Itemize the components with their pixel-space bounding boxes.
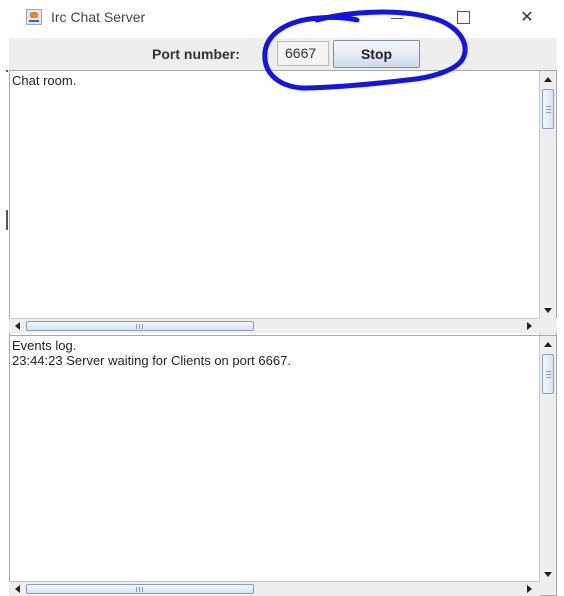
horizontal-scroll-thumb[interactable] xyxy=(26,584,254,594)
port-number-label: Port number: xyxy=(152,46,240,62)
java-app-icon xyxy=(26,9,42,25)
scroll-down-icon[interactable] xyxy=(544,308,552,313)
vertical-scroll-thumb[interactable] xyxy=(542,89,554,129)
events-log-pane[interactable]: Events log. 23:44:23 Server waiting for … xyxy=(9,335,557,596)
events-horizontal-scrollbar[interactable] xyxy=(9,581,540,596)
chat-room-pane[interactable]: Chat room. xyxy=(9,70,557,338)
scroll-down-icon[interactable] xyxy=(544,572,552,577)
scroll-right-icon[interactable] xyxy=(527,322,532,330)
scroll-corner xyxy=(540,318,557,333)
stop-button[interactable]: Stop xyxy=(333,40,420,68)
scroll-right-icon[interactable] xyxy=(527,585,532,593)
port-number-field[interactable]: 6667 xyxy=(277,41,329,66)
scroll-left-icon[interactable] xyxy=(15,585,20,593)
close-icon[interactable]: ✕ xyxy=(504,0,550,36)
scroll-left-icon[interactable] xyxy=(15,322,20,330)
scroll-up-icon[interactable] xyxy=(544,342,552,347)
server-toolbar: Port number: 6667 Stop xyxy=(9,38,557,70)
scroll-up-icon[interactable] xyxy=(544,77,552,82)
horizontal-scroll-thumb[interactable] xyxy=(26,321,254,331)
chat-horizontal-scrollbar[interactable] xyxy=(9,318,540,333)
maximize-icon[interactable] xyxy=(440,0,486,36)
edge-mark xyxy=(6,210,8,230)
edge-mark xyxy=(6,70,8,72)
events-log-text: Events log. 23:44:23 Server waiting for … xyxy=(12,338,291,368)
minimize-icon[interactable] xyxy=(374,0,420,36)
chat-room-text: Chat room. xyxy=(12,73,77,88)
chat-vertical-scrollbar[interactable] xyxy=(539,71,556,337)
desktop-edge xyxy=(0,0,9,596)
events-vertical-scrollbar[interactable] xyxy=(539,336,556,595)
vertical-scroll-thumb[interactable] xyxy=(542,354,554,394)
title-bar[interactable]: Irc Chat Server ✕ xyxy=(9,0,557,38)
window-title: Irc Chat Server xyxy=(51,9,146,25)
chat-server-window: Irc Chat Server ✕ Port number: 6667 Stop… xyxy=(9,0,557,596)
